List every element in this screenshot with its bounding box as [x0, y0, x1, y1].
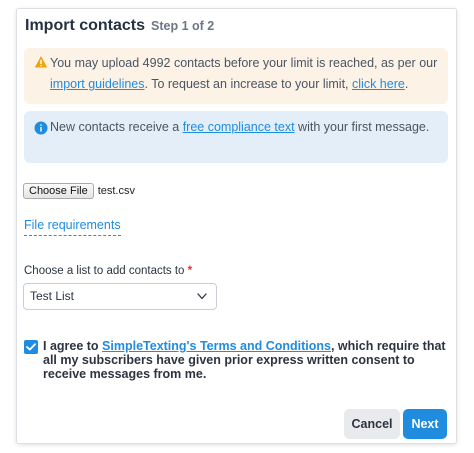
upload-limit-warning: You may upload 4992 contacts before your…	[24, 48, 448, 104]
contact-list-select-value: Test List	[30, 289, 75, 303]
terms-text-part: I agree to	[43, 339, 103, 353]
compliance-info-notice: New contacts receive a free compliance t…	[24, 111, 448, 163]
terms-checkbox[interactable]	[24, 340, 38, 354]
file-requirements-link[interactable]: File requirements	[24, 218, 121, 236]
info-text-part: with your first message.	[294, 120, 430, 134]
dialog-header: Import contacts Step 1 of 2	[25, 17, 214, 35]
chevron-down-icon	[197, 293, 207, 300]
import-contacts-dialog: Import contacts Step 1 of 2 You may uplo…	[16, 8, 457, 444]
warning-text: You may upload 4992 contacts before your…	[50, 53, 440, 95]
terms-text: I agree to SimpleTexting's Terms and Con…	[43, 339, 450, 381]
step-indicator: Step 1 of 2	[151, 19, 215, 33]
cancel-button[interactable]: Cancel	[344, 409, 400, 439]
warning-triangle-icon	[34, 56, 48, 68]
file-picker: Choose File test.csv	[23, 183, 135, 199]
warning-text-part: You may upload 4992 contacts before your…	[50, 56, 438, 70]
terms-and-conditions-link[interactable]: SimpleTexting's Terms and Conditions	[102, 339, 331, 353]
next-button[interactable]: Next	[403, 409, 447, 439]
import-guidelines-link[interactable]: import guidelines	[50, 77, 145, 91]
warning-text-part: . To request an increase to your limit,	[144, 77, 353, 91]
info-text-part: New contacts receive a	[50, 120, 183, 134]
list-select-label: Choose a list to add contacts to *	[24, 265, 192, 277]
warning-text-part: .	[404, 77, 409, 91]
selected-filename: test.csv	[97, 185, 135, 197]
contact-list-select[interactable]: Test List	[23, 283, 217, 310]
list-select-label-text: Choose a list to add contacts to	[24, 265, 185, 277]
free-compliance-text-link[interactable]: free compliance text	[183, 120, 295, 134]
checkmark-icon	[26, 343, 36, 351]
click-here-link[interactable]: click here	[352, 77, 405, 91]
info-text: New contacts receive a free compliance t…	[50, 117, 440, 138]
required-marker: *	[187, 265, 193, 277]
info-circle-icon	[34, 121, 48, 135]
dialog-title: Import contacts	[25, 17, 146, 34]
choose-file-button[interactable]: Choose File	[23, 183, 94, 199]
